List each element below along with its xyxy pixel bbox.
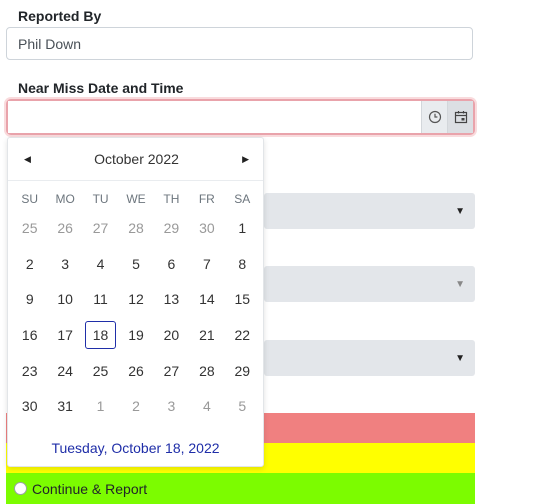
- calendar-day[interactable]: 27: [156, 357, 187, 385]
- calendar-week-row: 2345678: [12, 246, 260, 282]
- dropdown-select-3[interactable]: ▼: [264, 340, 475, 376]
- calendar-day[interactable]: 6: [156, 250, 187, 278]
- calendar-day[interactable]: 22: [227, 321, 258, 349]
- near-miss-datetime-label: Near Miss Date and Time: [18, 80, 184, 96]
- calendar-day[interactable]: 20: [156, 321, 187, 349]
- calendar-week-row: 30 31 1 2 3 4 5: [12, 388, 260, 424]
- reported-by-label: Reported By: [18, 8, 102, 24]
- calendar-day[interactable]: 3: [156, 392, 187, 420]
- calendar-day[interactable]: 25: [85, 357, 116, 385]
- calendar-day[interactable]: 23: [14, 357, 45, 385]
- near-miss-datetime-control: [6, 99, 475, 135]
- time-picker-button[interactable]: [421, 101, 447, 133]
- next-month-icon[interactable]: ▶: [242, 154, 249, 165]
- calendar-day[interactable]: 28: [120, 214, 151, 242]
- calendar-day[interactable]: 2: [14, 250, 45, 278]
- calendar-day[interactable]: 19: [120, 321, 151, 349]
- continue-report-option[interactable]: Continue & Report: [6, 473, 475, 504]
- dropdown-arrow-icon: ▼: [455, 205, 465, 217]
- calendar-week-row: 9 10 11 12 13 14 15: [12, 281, 260, 317]
- dropdown-arrow-icon: ▼: [455, 352, 465, 364]
- calendar-day[interactable]: 26: [49, 214, 80, 242]
- calendar-day[interactable]: 3: [49, 250, 80, 278]
- calendar-today-footer[interactable]: Tuesday, October 18, 2022: [8, 440, 263, 456]
- weekday-label: WE: [126, 192, 146, 206]
- weekday-label: FR: [198, 192, 215, 206]
- dropdown-arrow-icon: ▼: [455, 278, 465, 290]
- calendar-day[interactable]: 21: [191, 321, 222, 349]
- calendar-icon: [454, 111, 467, 124]
- calendar-day[interactable]: 28: [191, 357, 222, 385]
- weekday-label: TU: [92, 192, 109, 206]
- calendar-day[interactable]: 30: [191, 214, 222, 242]
- calendar-day[interactable]: 29: [156, 214, 187, 242]
- calendar-day[interactable]: 2: [120, 392, 151, 420]
- calendar-day[interactable]: 30: [14, 392, 45, 420]
- weekday-header-row: SU MO TU WE TH FR SA: [12, 188, 260, 210]
- calendar-day[interactable]: 13: [156, 285, 187, 313]
- calendar-day[interactable]: 7: [191, 250, 222, 278]
- calendar-day[interactable]: 5: [120, 250, 151, 278]
- calendar-day[interactable]: 17: [49, 321, 80, 349]
- calendar-month-label[interactable]: October 2022: [94, 151, 179, 167]
- calendar-day[interactable]: 4: [191, 392, 222, 420]
- calendar-day[interactable]: 1: [85, 392, 116, 420]
- calendar-day[interactable]: 31: [49, 392, 80, 420]
- weekday-label: SU: [21, 192, 39, 206]
- calendar-day[interactable]: 16: [14, 321, 45, 349]
- calendar-day[interactable]: 27: [85, 214, 116, 242]
- dropdown-select-1[interactable]: ▼: [264, 193, 475, 229]
- clock-icon: [428, 110, 441, 124]
- calendar-day[interactable]: 14: [191, 285, 222, 313]
- dropdown-select-2[interactable]: ▼: [264, 266, 475, 302]
- calendar-day[interactable]: 9: [14, 285, 45, 313]
- continue-report-label: Continue & Report: [32, 480, 148, 497]
- date-picker-popup: ◀ October 2022 ▶ SU MO TU WE TH FR SA 25 26 27 28 2…: [7, 137, 264, 467]
- calendar-day[interactable]: 29: [227, 357, 258, 385]
- near-miss-datetime-input[interactable]: [8, 101, 421, 133]
- radio-button[interactable]: [14, 482, 27, 495]
- calendar-day[interactable]: 11: [85, 285, 116, 313]
- calendar-header: ◀ October 2022 ▶: [8, 138, 263, 181]
- calendar-week-row: 16 17 18 19 20 21 22: [12, 317, 260, 353]
- weekday-label: TH: [163, 192, 180, 206]
- calendar-week-row: 25 26 27 28 29 30 1: [12, 210, 260, 246]
- calendar-day[interactable]: 26: [120, 357, 151, 385]
- weekday-label: MO: [55, 192, 75, 206]
- calendar-grid: SU MO TU WE TH FR SA 25 26 27 28 29 30 1 2 3 4 5 6 7 8 9 10 11 1…: [12, 188, 260, 424]
- calendar-day[interactable]: 1: [227, 214, 258, 242]
- weekday-label: SA: [234, 192, 251, 206]
- date-picker-button[interactable]: [447, 101, 473, 133]
- calendar-day[interactable]: 5: [227, 392, 258, 420]
- calendar-day[interactable]: 4: [85, 250, 116, 278]
- calendar-day[interactable]: 10: [49, 285, 80, 313]
- reported-by-field[interactable]: Phil Down: [6, 27, 473, 60]
- prev-month-icon[interactable]: ◀: [24, 154, 31, 165]
- calendar-week-row: 23 24 25 26 27 28 29: [12, 353, 260, 389]
- calendar-day[interactable]: 25: [14, 214, 45, 242]
- calendar-day[interactable]: 24: [49, 357, 80, 385]
- calendar-day[interactable]: 8: [227, 250, 258, 278]
- calendar-day[interactable]: 15: [227, 285, 258, 313]
- calendar-day[interactable]: 12: [120, 285, 151, 313]
- calendar-day-selected[interactable]: 18: [84, 320, 117, 349]
